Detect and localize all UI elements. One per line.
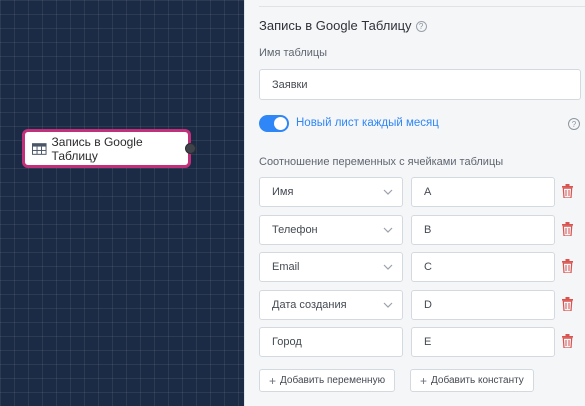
column-value: D (424, 299, 432, 311)
chevron-down-icon (383, 189, 393, 195)
chevron-down-icon (383, 302, 393, 308)
column-input[interactable]: D (411, 290, 555, 320)
chevron-down-icon (383, 227, 393, 233)
toggle-knob (274, 117, 287, 130)
chevron-down-icon (383, 264, 393, 270)
column-value: A (424, 186, 432, 198)
add-constant-button[interactable]: + Добавить константу (410, 369, 534, 392)
mapping-label: Соотношение переменных с ячейками таблиц… (259, 156, 504, 168)
panel-title: Запись в Google Таблицу? (259, 18, 427, 33)
mapping-row: Город E (259, 327, 585, 357)
sheet-name-input[interactable]: Заявки (259, 69, 581, 100)
variable-select[interactable]: Email (259, 252, 403, 282)
add-constant-label: Добавить константу (431, 375, 524, 386)
variable-value: Город (272, 336, 302, 348)
panel-title-text: Запись в Google Таблицу (259, 18, 412, 33)
mapping-row: Телефон B (259, 215, 585, 245)
variable-value: Дата создания (272, 299, 347, 311)
trash-icon[interactable] (562, 222, 573, 236)
column-input[interactable]: B (411, 215, 555, 245)
help-icon[interactable]: ? (415, 21, 427, 32)
column-input[interactable]: C (411, 252, 555, 282)
mapping-row: Дата создания D (259, 290, 585, 320)
variable-value: Телефон (272, 224, 318, 236)
column-value: E (424, 336, 432, 348)
trash-icon[interactable] (562, 259, 573, 273)
divider (259, 6, 585, 7)
variable-select[interactable]: Дата создания (259, 290, 403, 320)
help-icon[interactable]: ? (568, 118, 580, 130)
new-sheet-monthly-toggle[interactable] (259, 115, 289, 132)
trash-icon[interactable] (562, 297, 573, 311)
new-sheet-monthly-label[interactable]: Новый лист каждый месяц (296, 117, 439, 129)
output-port[interactable] (185, 143, 196, 154)
sheet-name-value: Заявки (272, 78, 308, 91)
variable-select[interactable]: Телефон (259, 215, 403, 245)
google-sheets-node[interactable]: Запись в Google Таблицу (22, 129, 196, 168)
table-icon (32, 142, 47, 155)
sheet-name-label: Имя таблицы (259, 47, 328, 59)
trash-icon[interactable] (562, 184, 573, 198)
add-variable-label: Добавить переменную (280, 375, 386, 386)
node-label: Запись в Google Таблицу (51, 134, 143, 163)
trash-icon[interactable] (562, 334, 573, 348)
plus-icon: + (420, 373, 428, 388)
variable-select[interactable]: Город (259, 327, 403, 357)
plus-icon: + (269, 373, 277, 388)
mapping-row: Email C (259, 252, 585, 282)
column-value: B (424, 224, 432, 236)
settings-panel: Запись в Google Таблицу? Имя таблицы Зая… (244, 0, 585, 406)
column-input[interactable]: E (411, 327, 555, 357)
variable-value: Имя (272, 186, 294, 198)
add-variable-button[interactable]: + Добавить переменную (259, 369, 396, 392)
column-value: C (424, 261, 432, 273)
workflow-canvas[interactable]: Запись в Google Таблицу (0, 0, 244, 406)
column-input[interactable]: A (411, 177, 555, 207)
variable-value: Email (272, 261, 300, 273)
mapping-row: Имя A (259, 177, 585, 207)
variable-select[interactable]: Имя (259, 177, 403, 207)
